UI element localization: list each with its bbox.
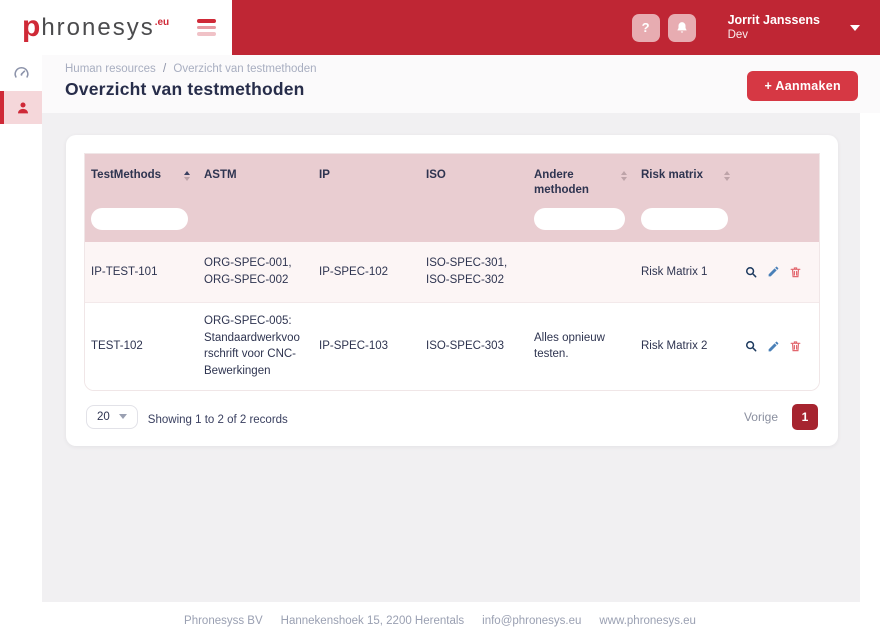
chevron-down-icon[interactable] bbox=[850, 25, 860, 31]
previous-page-button[interactable]: Vorige bbox=[744, 410, 778, 424]
subheader: Human resources / Overzicht van testmeth… bbox=[0, 55, 880, 113]
testmethods-card: TestMethods ASTM IP ISO Andere methoden bbox=[66, 135, 838, 446]
cell-risk-matrix: Risk Matrix 2 bbox=[635, 303, 738, 390]
table-filter-row bbox=[85, 208, 819, 230]
logo-text: hronesys bbox=[41, 16, 154, 40]
table-row[interactable]: IP-TEST-101 ORG-SPEC-001, ORG-SPEC-002 I… bbox=[85, 242, 819, 302]
question-mark-icon: ? bbox=[642, 20, 650, 35]
topbar-right: ? Jorrit Janssens Dev bbox=[232, 0, 880, 55]
bell-icon bbox=[675, 21, 689, 35]
table-row[interactable]: TEST-102 ORG-SPEC-005: Standaardwerkvoor… bbox=[85, 302, 819, 390]
edit-icon[interactable] bbox=[767, 340, 780, 353]
page-size-value: 20 bbox=[97, 411, 110, 423]
view-icon[interactable] bbox=[744, 339, 758, 353]
filter-input-risk-matrix[interactable] bbox=[641, 208, 728, 230]
page-size-select[interactable]: 20 bbox=[86, 405, 138, 429]
sort-icon[interactable] bbox=[724, 171, 730, 181]
testmethods-table: TestMethods ASTM IP ISO Andere methoden bbox=[84, 153, 820, 391]
delete-icon[interactable] bbox=[789, 339, 802, 353]
column-header-iso: ISO bbox=[420, 168, 528, 198]
topbar-left: p hronesys .eu bbox=[0, 0, 232, 55]
footer-address: Hannekenshoek 15, 2200 Herentals bbox=[281, 615, 465, 627]
footer-company: Phronesyss BV bbox=[184, 615, 263, 627]
footer-website-link[interactable]: www.phronesys.eu bbox=[599, 615, 696, 627]
edit-icon[interactable] bbox=[767, 265, 780, 278]
cell-testmethods: TEST-102 bbox=[85, 303, 198, 390]
cell-iso: ISO-SPEC-301, ISO-SPEC-302 bbox=[420, 242, 528, 302]
cell-ip: IP-SPEC-103 bbox=[313, 303, 420, 390]
user-role: Dev bbox=[728, 28, 820, 42]
cell-testmethods: IP-TEST-101 bbox=[85, 242, 198, 302]
phronesys-logo[interactable]: p hronesys .eu bbox=[22, 16, 169, 40]
user-menu[interactable]: Jorrit Janssens Dev bbox=[728, 13, 820, 43]
sidebar bbox=[0, 55, 42, 113]
cell-iso: ISO-SPEC-303 bbox=[420, 303, 528, 390]
footer-email-link[interactable]: info@phronesys.eu bbox=[482, 615, 581, 627]
breadcrumb-parent[interactable]: Human resources bbox=[65, 63, 156, 75]
column-header-astm: ASTM bbox=[198, 168, 313, 198]
footer: Phronesyss BV Hannekenshoek 15, 2200 Her… bbox=[0, 602, 880, 640]
chevron-down-icon bbox=[119, 414, 127, 419]
cell-astm: ORG-SPEC-001, ORG-SPEC-002 bbox=[198, 242, 313, 302]
logo-letter-p: p bbox=[22, 16, 40, 38]
records-summary: Showing 1 to 2 of 2 records bbox=[148, 414, 288, 426]
column-header-andere-methoden[interactable]: Andere methoden bbox=[528, 168, 635, 198]
sidebar-item-dashboard[interactable] bbox=[0, 60, 42, 84]
logo-tld: .eu bbox=[155, 17, 169, 28]
page-header: Human resources / Overzicht van testmeth… bbox=[42, 55, 880, 113]
delete-icon[interactable] bbox=[789, 265, 802, 279]
filter-input-andere-methoden[interactable] bbox=[534, 208, 625, 230]
cell-andere-methoden bbox=[528, 242, 635, 302]
breadcrumb-separator: / bbox=[163, 63, 166, 75]
cell-ip: IP-SPEC-102 bbox=[313, 242, 420, 302]
row-actions bbox=[738, 242, 819, 302]
pagination: 20 Showing 1 to 2 of 2 records Vorige 1 bbox=[84, 404, 820, 430]
sort-icon[interactable] bbox=[184, 171, 190, 181]
gauge-icon bbox=[13, 65, 30, 79]
cell-risk-matrix: Risk Matrix 1 bbox=[635, 242, 738, 302]
notifications-button[interactable] bbox=[668, 14, 696, 42]
filter-input-testmethods[interactable] bbox=[91, 208, 188, 230]
user-name: Jorrit Janssens bbox=[728, 13, 820, 29]
cell-andere-methoden: Alles opnieuw testen. bbox=[528, 303, 635, 390]
column-header-testmethods[interactable]: TestMethods bbox=[85, 168, 198, 198]
row-actions bbox=[738, 303, 819, 390]
person-icon bbox=[15, 100, 31, 116]
column-header-ip: IP bbox=[313, 168, 420, 198]
table-header: TestMethods ASTM IP ISO Andere methoden bbox=[85, 154, 819, 242]
hamburger-menu-icon[interactable] bbox=[197, 19, 216, 36]
help-button[interactable]: ? bbox=[632, 14, 660, 42]
sort-icon[interactable] bbox=[621, 171, 627, 181]
topbar: p hronesys .eu ? Jorrit Janssens Dev bbox=[0, 0, 880, 55]
column-header-risk-matrix[interactable]: Risk matrix bbox=[635, 168, 738, 198]
sidebar-item-human-resources[interactable] bbox=[0, 91, 42, 124]
view-icon[interactable] bbox=[744, 265, 758, 279]
content-area: TestMethods ASTM IP ISO Andere methoden bbox=[42, 113, 860, 602]
page-1-button[interactable]: 1 bbox=[792, 404, 818, 430]
breadcrumb-current[interactable]: Overzicht van testmethoden bbox=[173, 63, 316, 75]
cell-astm: ORG-SPEC-005: Standaardwerkvoorschrift v… bbox=[198, 303, 313, 390]
create-button[interactable]: + Aanmaken bbox=[747, 71, 858, 101]
column-header-actions bbox=[738, 168, 819, 198]
